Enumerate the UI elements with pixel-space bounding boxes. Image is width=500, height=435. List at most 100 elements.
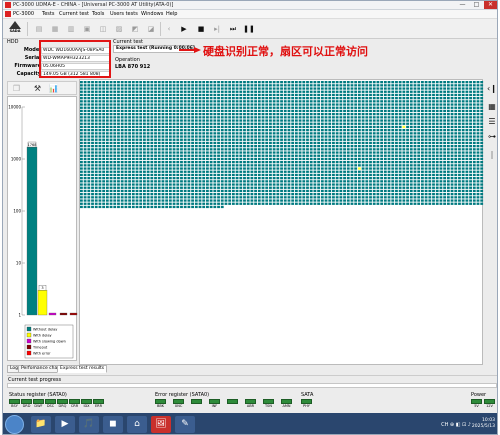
menu-tests[interactable]: Tests — [42, 11, 54, 17]
sector-cell — [306, 173, 309, 177]
legend-label: With error — [33, 351, 51, 355]
sector-cell — [280, 151, 283, 154]
pause-icon[interactable]: ‹❙ — [486, 83, 497, 95]
tab-express-test-results[interactable]: Express test results — [57, 365, 108, 373]
sector-cell — [435, 135, 439, 138]
clock[interactable]: 10:03 2025/5/13 — [472, 418, 495, 430]
sector-cell — [206, 151, 209, 154]
sector-cell — [228, 116, 232, 119]
sector-cell — [161, 113, 165, 116]
sector-cell — [398, 84, 402, 87]
sector-cell — [446, 196, 450, 199]
menu-windows[interactable]: Windows — [141, 11, 163, 17]
play-icon[interactable]: ▶ — [178, 23, 190, 35]
sector-cell — [443, 183, 447, 186]
chart-icon[interactable]: 📊 — [48, 83, 59, 94]
power-icon[interactable]: ◩ — [129, 23, 141, 35]
back-icon[interactable]: ‹ — [163, 23, 175, 35]
taskbar-app-pc3000[interactable]: 🖼 — [151, 416, 171, 433]
sector-cell — [287, 122, 291, 125]
sector-cell — [117, 173, 120, 177]
sector-cell — [161, 205, 165, 209]
maximize-button[interactable]: □ — [470, 1, 483, 9]
sector-cell — [254, 199, 258, 202]
start-button[interactable] — [5, 415, 24, 434]
sector-cell — [254, 87, 258, 90]
copy-icon[interactable]: ❐ — [11, 83, 22, 94]
sector-cell — [395, 100, 398, 103]
tools-icon[interactable]: ⚒ — [32, 83, 43, 94]
taskbar-app-box[interactable]: ◼ — [103, 416, 123, 433]
disk-icon[interactable]: ▤ — [33, 23, 45, 35]
list-icon[interactable]: ☰ — [486, 116, 497, 128]
sector-cell — [480, 170, 484, 173]
sector-cell — [406, 148, 409, 151]
sector-cell — [135, 93, 139, 97]
skip-icon[interactable]: ⏭ — [227, 23, 239, 35]
sector-cell — [343, 154, 346, 157]
minimize-button[interactable]: — — [456, 1, 469, 9]
settings-icon[interactable]: ▨ — [113, 23, 125, 35]
lba-icon[interactable]: ▥ — [65, 23, 77, 35]
sector-cell — [109, 97, 113, 100]
sector-cell — [239, 132, 243, 135]
sector-cell — [417, 129, 421, 132]
step-icon[interactable]: ▸| — [211, 23, 223, 35]
sector-cell — [231, 132, 235, 135]
sector-cell — [298, 148, 302, 151]
sector-cell — [113, 90, 117, 93]
reset-icon[interactable]: ◫ — [97, 23, 109, 35]
sector-cell — [391, 199, 395, 202]
info-icon[interactable]: ◪ — [145, 23, 157, 35]
menu-current-test[interactable]: Current test — [59, 11, 89, 17]
tray-icons[interactable]: CH ⊕ ◧ ⊡ ♪ — [441, 422, 471, 428]
taskbar-app-home[interactable]: ⌂ — [127, 416, 147, 433]
sector-cell — [143, 202, 146, 205]
sector-cell — [450, 103, 454, 106]
menu-tools[interactable]: Tools — [92, 11, 104, 17]
sector-icon[interactable]: ▦ — [49, 23, 61, 35]
taskbar-app-editor[interactable]: ✎ — [175, 416, 195, 433]
sector-cell — [472, 180, 476, 183]
taskbar-app-music[interactable]: 🎵 — [79, 416, 99, 433]
sector-cell — [220, 183, 224, 186]
taskbar-app-media[interactable]: ▶ — [55, 416, 75, 433]
sector-cell — [406, 125, 409, 129]
sector-cell — [180, 199, 183, 202]
sector-cell — [480, 167, 484, 170]
sector-cell — [406, 90, 409, 93]
sector-cell — [98, 199, 102, 202]
sector-cell — [443, 93, 447, 97]
sector-cell — [102, 167, 106, 170]
sector-cell — [231, 186, 235, 189]
sector-cell — [168, 135, 172, 138]
sector-cell — [83, 84, 87, 87]
id-icon[interactable]: ▣ — [81, 23, 93, 35]
map-icon[interactable]: ▦ — [486, 101, 497, 113]
sector-cell — [391, 106, 395, 109]
app-menu-icon[interactable] — [5, 11, 11, 17]
sector-cell — [124, 84, 128, 87]
sector-cell — [250, 122, 254, 125]
menu-help[interactable]: Help — [166, 11, 177, 17]
sector-cell — [357, 170, 361, 173]
menu-users-tests[interactable]: Users tests — [110, 11, 138, 17]
taskbar-app-explorer[interactable]: 📁 — [31, 416, 51, 433]
close-button[interactable]: ✕ — [484, 1, 497, 9]
sector-cell — [172, 109, 176, 113]
sector-cell — [80, 129, 83, 132]
pause-icon[interactable]: ❚❚ — [243, 23, 255, 35]
sector-cell — [383, 113, 387, 116]
sector-cell — [398, 109, 402, 113]
menu-pc3000[interactable]: PC-3000 — [13, 11, 34, 17]
sector-cell — [387, 173, 391, 177]
sector-cell — [324, 154, 328, 157]
sector-cell — [291, 138, 295, 141]
sector-cell — [480, 125, 484, 129]
tree-icon[interactable]: ⊶ — [486, 131, 497, 143]
sector-cell — [139, 167, 143, 170]
stop-icon[interactable]: ■ — [195, 23, 207, 35]
sector-cell — [161, 81, 165, 84]
sector-cell — [313, 132, 317, 135]
sector-cell — [287, 84, 291, 87]
